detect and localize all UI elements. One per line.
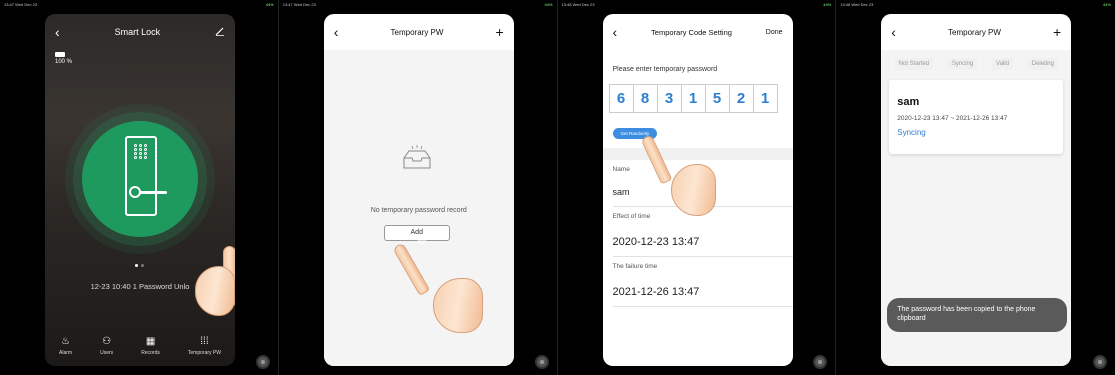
navbar: ‹ Temporary PW +	[324, 14, 514, 50]
back-icon[interactable]: ‹	[891, 25, 896, 39]
tab-label: Users	[100, 350, 114, 356]
assistive-touch-button[interactable]	[813, 355, 828, 369]
back-icon[interactable]: ‹	[334, 25, 339, 39]
panel-temporary-pw-list: 13:48 Wed Dec 23 44% ‹ Temporary PW + No…	[836, 0, 1115, 375]
tab-bar: ♨ Alarm ⚇ Users ▦ Records ⁞⁞⁞ Temporary …	[45, 326, 235, 366]
tab-label: Temporary PW	[187, 350, 221, 356]
add-icon[interactable]: +	[1053, 24, 1061, 40]
status-battery: 44%	[823, 2, 832, 7]
page-title: Smart Lock	[114, 27, 161, 37]
panel-temporary-pw-empty: 13:47 Wed Dec 23 44% ‹ Temporary PW + No…	[278, 0, 558, 375]
status-badge: Syncing	[897, 128, 926, 137]
status-battery: 44%	[1102, 2, 1111, 7]
status-battery: 44%	[265, 2, 274, 7]
add-icon[interactable]: +	[496, 24, 504, 40]
filter-syncing[interactable]: Syncing	[947, 58, 978, 70]
filter-valid[interactable]: Valid	[992, 58, 1013, 70]
alarm-icon: ♨	[61, 336, 71, 347]
effect-time-label: Effect of time	[612, 213, 651, 220]
field-divider	[612, 256, 793, 257]
assistive-touch-button[interactable]	[1093, 355, 1107, 369]
status-time: 13:48 Wed Dec 23	[561, 2, 595, 7]
status-bar: 13:47 Wed Dec 23 44%	[0, 0, 278, 10]
battery-indicator: 100 %	[55, 52, 72, 65]
password-digit[interactable]: 8	[632, 84, 658, 113]
failure-time-field[interactable]: 2021-12-26 13:47	[613, 286, 700, 298]
failure-time-label: The failure time	[612, 263, 658, 270]
password-name: sam	[897, 96, 920, 108]
status-bar: 13:47 Wed Dec 23 44%	[279, 0, 557, 10]
field-divider	[612, 306, 793, 307]
tab-label: Records	[141, 350, 160, 356]
battery-level: 100 %	[55, 59, 73, 65]
filter-not-started[interactable]: Not Started	[894, 58, 934, 70]
tab-records[interactable]: ▦ Records	[141, 336, 160, 356]
code-setting-screen: ‹ Temporary Code Setting Done Please ent…	[602, 14, 793, 366]
smart-lock-screen: ‹ Smart Lock 100 % 12-23 10:40 1 Passwor…	[45, 14, 235, 366]
password-validity: 2020-12-23 13:47 ~ 2021-12-26 13:47	[897, 115, 1008, 122]
panel-smart-lock: 13:47 Wed Dec 23 44% ‹ Smart Lock 100 %	[0, 0, 279, 375]
tab-label: Alarm	[59, 350, 73, 356]
page-title: Temporary PW	[948, 27, 1001, 37]
status-battery: 44%	[544, 2, 553, 7]
back-icon[interactable]: ‹	[55, 25, 60, 39]
calendar-icon: ▦	[145, 336, 156, 347]
status-time: 13:47 Wed Dec 23	[4, 2, 38, 7]
password-digit-input[interactable]: 6 8 3 1 5 2 1	[608, 84, 778, 113]
password-digit[interactable]: 3	[656, 84, 682, 113]
lock-handle-bar	[139, 191, 167, 194]
tab-temporary-pw[interactable]: ⁞⁞⁞ Temporary PW	[188, 336, 221, 356]
empty-inbox-icon	[403, 145, 431, 169]
tab-users[interactable]: ⚇ Users	[100, 336, 113, 356]
page-title: Temporary PW	[390, 27, 444, 37]
status-time: 13:48 Wed Dec 23	[840, 2, 874, 7]
done-button[interactable]: Done	[766, 29, 783, 36]
password-card[interactable]: sam 2020-12-23 13:47 ~ 2021-12-26 13:47 …	[889, 80, 1064, 154]
battery-icon	[55, 52, 65, 57]
password-digit[interactable]: 1	[680, 84, 706, 113]
password-digit[interactable]: 1	[752, 84, 778, 113]
status-filter-bar: Not Started Syncing Valid Deleting	[881, 52, 1071, 76]
name-field[interactable]: sam	[613, 187, 630, 197]
clipboard-toast: The password has been copied to the phon…	[887, 298, 1068, 332]
password-digit[interactable]: 5	[704, 84, 730, 113]
assistive-touch-button[interactable]	[534, 355, 549, 369]
navbar: ‹ Temporary PW +	[881, 14, 1071, 50]
temporary-pw-list-screen: ‹ Temporary PW + Not Started Syncing Val…	[881, 14, 1072, 366]
name-label: Name	[612, 166, 630, 173]
page-title: Temporary Code Setting	[651, 27, 732, 37]
password-prompt: Please enter temporary password	[612, 66, 718, 73]
section-divider	[602, 148, 793, 160]
temporary-pw-screen: ‹ Temporary PW + No temporary password r…	[323, 14, 514, 366]
navbar: ‹ Temporary Code Setting Done	[603, 14, 793, 50]
page-indicator	[135, 264, 144, 267]
status-bar: 13:48 Wed Dec 23 44%	[558, 0, 836, 10]
navbar: ‹ Smart Lock	[45, 14, 235, 50]
screenshot-strip: 13:47 Wed Dec 23 44% ‹ Smart Lock 100 %	[0, 0, 1115, 375]
keypad-icon: ⁞⁞⁞	[200, 336, 209, 347]
status-time: 13:47 Wed Dec 23	[282, 2, 316, 7]
status-bar: 13:48 Wed Dec 23 44%	[836, 0, 1115, 10]
back-icon[interactable]: ‹	[613, 25, 618, 39]
filter-deleting[interactable]: Deleting	[1027, 58, 1058, 70]
panel-temporary-code-setting: 13:48 Wed Dec 23 44% ‹ Temporary Code Se…	[557, 0, 837, 375]
edit-icon[interactable]	[215, 26, 225, 38]
empty-state-text: No temporary password record	[370, 207, 467, 214]
tab-alarm[interactable]: ♨ Alarm	[59, 336, 72, 356]
assistive-touch-button[interactable]	[255, 355, 270, 369]
lock-keypad-icon	[134, 144, 148, 159]
password-digit[interactable]: 2	[728, 84, 754, 113]
effect-time-field[interactable]: 2020-12-23 13:47	[613, 236, 700, 248]
password-digit[interactable]: 6	[608, 84, 634, 113]
users-icon: ⚇	[102, 336, 112, 347]
